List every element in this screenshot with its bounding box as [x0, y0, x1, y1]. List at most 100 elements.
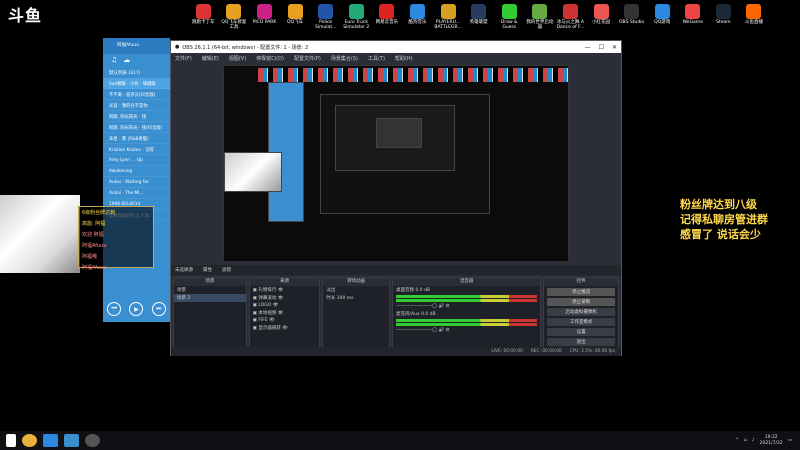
eye-icon[interactable]: 👁: [276, 296, 284, 301]
transition-select[interactable]: 淡出: [323, 286, 389, 294]
desktop-icon[interactable]: 冰与火之舞 A Dance of F...: [555, 4, 586, 36]
song-item[interactable]: 阿朗, 阳光阳光 - 钱(抖音版): [103, 122, 170, 133]
menu-item[interactable]: 视图(V): [229, 55, 246, 62]
source-item[interactable]: ▣ FIFE 👁: [250, 317, 320, 324]
eye-icon[interactable]: 👁: [271, 303, 279, 308]
desktop-icon[interactable]: 网易云音乐: [372, 4, 403, 36]
source-item[interactable]: ▣ 本地视频 👁: [250, 309, 320, 317]
music-player-window[interactable]: 阿福Afuuu ♫ ☁ 默认列表 (317) Sad朝暖 - 小优 - 锋缀版不…: [103, 38, 170, 322]
desktop-icon[interactable]: OBS Studio: [616, 4, 647, 36]
clock[interactable]: 19:22 2021/7/22: [760, 435, 783, 447]
obs-titlebar[interactable]: ● OBS 26.1.1 (64-bit, windows) - 配置文件: 1…: [171, 41, 621, 53]
desktop-icon-label: PLAYERU... BATTLEGR...: [434, 20, 462, 30]
control-button[interactable]: 停止推流: [547, 288, 615, 296]
menu-item[interactable]: 帮助(H): [395, 55, 413, 62]
desktop-icon[interactable]: Draw & Guess: [494, 4, 525, 36]
desktop-icon[interactable]: WeGame: [678, 4, 709, 36]
control-button[interactable]: 停止录制: [547, 298, 615, 306]
song-item[interactable]: Awakening: [103, 166, 170, 177]
desktop-icon[interactable]: Police Simulat...: [310, 4, 341, 36]
song-item[interactable]: Amy Lynn ... Up: [103, 155, 170, 166]
menu-item[interactable]: 编辑(E): [202, 55, 219, 62]
source-item[interactable]: ▣ LOGO 👁: [250, 302, 320, 309]
notification-icon[interactable]: ▭: [788, 438, 792, 443]
app-icon-1[interactable]: [43, 434, 58, 447]
eye-icon[interactable]: 👁: [268, 318, 275, 323]
music-note-icon[interactable]: ♫: [111, 56, 117, 66]
obs-window[interactable]: ● OBS 26.1.1 (64-bit, windows) - 配置文件: 1…: [170, 40, 622, 356]
menu-item[interactable]: 文件(F): [175, 55, 192, 62]
control-button[interactable]: 启动虚拟摄像机: [547, 308, 615, 316]
clock-date: 2021/7/22: [759, 440, 783, 446]
next-icon[interactable]: ⏭: [151, 302, 166, 316]
desktop-icon[interactable]: PLAYERU... BATTLEGR...: [433, 4, 464, 36]
mixer-channels: 桌面音频 0.0 dB ————————◯ 🔊 ⚙ 麦克风/Aux 0.0 dB ——…: [393, 286, 540, 334]
song-item[interactable]: 不不离 - 程序员(抖音版): [103, 89, 170, 100]
properties-button[interactable]: 属性: [203, 267, 212, 273]
prev-icon[interactable]: ⏮: [107, 302, 122, 316]
desktop-icon[interactable]: 酷狗音乐: [402, 4, 433, 36]
volume-slider[interactable]: ————————◯ 🔊 ⚙: [393, 327, 540, 334]
duration-input[interactable]: 300 ms: [337, 296, 354, 301]
windows-start-icon[interactable]: [6, 434, 16, 447]
song-item[interactable]: Kristian Kostov - 记得: [103, 144, 170, 155]
control-button[interactable]: 设置: [547, 328, 615, 336]
source-item[interactable]: ▣ 礼物排行 👁: [250, 286, 320, 294]
app-icon: [746, 4, 762, 19]
cloud-icon[interactable]: ☁: [123, 56, 130, 66]
source-item[interactable]: ▣ 弹幕滚动 👁: [250, 294, 320, 302]
desktop-icon[interactable]: 小红花园: [586, 4, 617, 36]
song-item[interactable]: Aukai - Waiting for: [103, 177, 170, 188]
menu-item[interactable]: 配置文件(P): [294, 55, 321, 62]
desktop-icon[interactable]: 跑跑卡丁车: [188, 4, 219, 36]
overlay-line-1: 粉丝牌达到八级: [680, 198, 757, 211]
desktop-icon-label: 冰与火之舞 A Dance of F...: [556, 20, 585, 30]
song-item[interactable]: 朱星 - 我 (R&B男版): [103, 133, 170, 144]
maximize-icon[interactable]: ☐: [599, 44, 604, 51]
app-icon: [562, 4, 578, 19]
scene-item[interactable]: 场景 2: [174, 294, 246, 302]
control-button[interactable]: 工作室模式: [547, 318, 615, 326]
eye-icon[interactable]: 👁: [281, 326, 288, 331]
desktop-icon[interactable]: 我的世界启动 器: [525, 4, 556, 36]
desktop-icon[interactable]: PICO PARK: [249, 4, 280, 36]
music-app-icon[interactable]: [64, 434, 79, 447]
desktop-icon[interactable]: 斗鱼直播: [739, 4, 770, 36]
desktop-icon[interactable]: Euro Truck Simulator 2: [341, 4, 372, 36]
volume-icon[interactable]: ♪: [752, 438, 755, 443]
menu-item[interactable]: 工具(T): [368, 55, 385, 62]
desktop-icon[interactable]: Steam: [708, 4, 739, 36]
minimize-icon[interactable]: —: [585, 44, 591, 51]
play-icon[interactable]: ▶: [129, 302, 144, 316]
desktop-icon-label: QQ飞车: [287, 20, 304, 25]
obs-icon: ●: [175, 44, 180, 50]
app-icon: [685, 4, 701, 19]
chat-line: 6级粉丝牌达到: [82, 210, 116, 216]
app-icon: [593, 4, 609, 19]
filters-button[interactable]: 滤镜: [222, 267, 231, 273]
song-item[interactable]: 光良 - 我的名字是你: [103, 100, 170, 111]
eye-icon[interactable]: 👁: [276, 311, 284, 316]
controls-dock: 控件 停止推流停止录制启动虚拟摄像机 工作室模式设置退出: [543, 277, 619, 355]
desktop-icon[interactable]: QQ飞车: [280, 4, 311, 36]
menu-item[interactable]: 停靠窗口(D): [256, 55, 284, 62]
desktop-icon[interactable]: 英雄联盟: [463, 4, 494, 36]
chrome-icon[interactable]: [22, 434, 37, 447]
controls-header: 控件: [544, 278, 618, 286]
obs-taskbar-icon[interactable]: [85, 434, 100, 447]
song-item[interactable]: Aukai - The Mi...: [103, 188, 170, 199]
obs-preview[interactable]: [223, 65, 569, 262]
song-item[interactable]: 阿朗, 阳光阳光 - 钱: [103, 111, 170, 122]
menu-item[interactable]: 场景集合(S): [331, 55, 358, 62]
desktop-icon[interactable]: QQ游戏: [647, 4, 678, 36]
scene-item[interactable]: 场景: [174, 286, 246, 294]
desktop-icon[interactable]: QQ飞车修复 工具: [219, 4, 250, 36]
eye-icon[interactable]: 👁: [276, 288, 284, 293]
source-item[interactable]: ▣ 显示器捕获 👁: [250, 324, 320, 332]
song-item[interactable]: Sad朝暖 - 小优 - 锋缀版: [103, 78, 170, 89]
volume-slider[interactable]: ————————◯ 🔊 ⚙: [393, 303, 540, 310]
network-icon[interactable]: ⌂: [744, 438, 747, 443]
close-icon[interactable]: ✕: [612, 44, 617, 51]
control-button[interactable]: 退出: [547, 338, 615, 346]
tray-chevron-icon[interactable]: ^: [735, 438, 739, 443]
